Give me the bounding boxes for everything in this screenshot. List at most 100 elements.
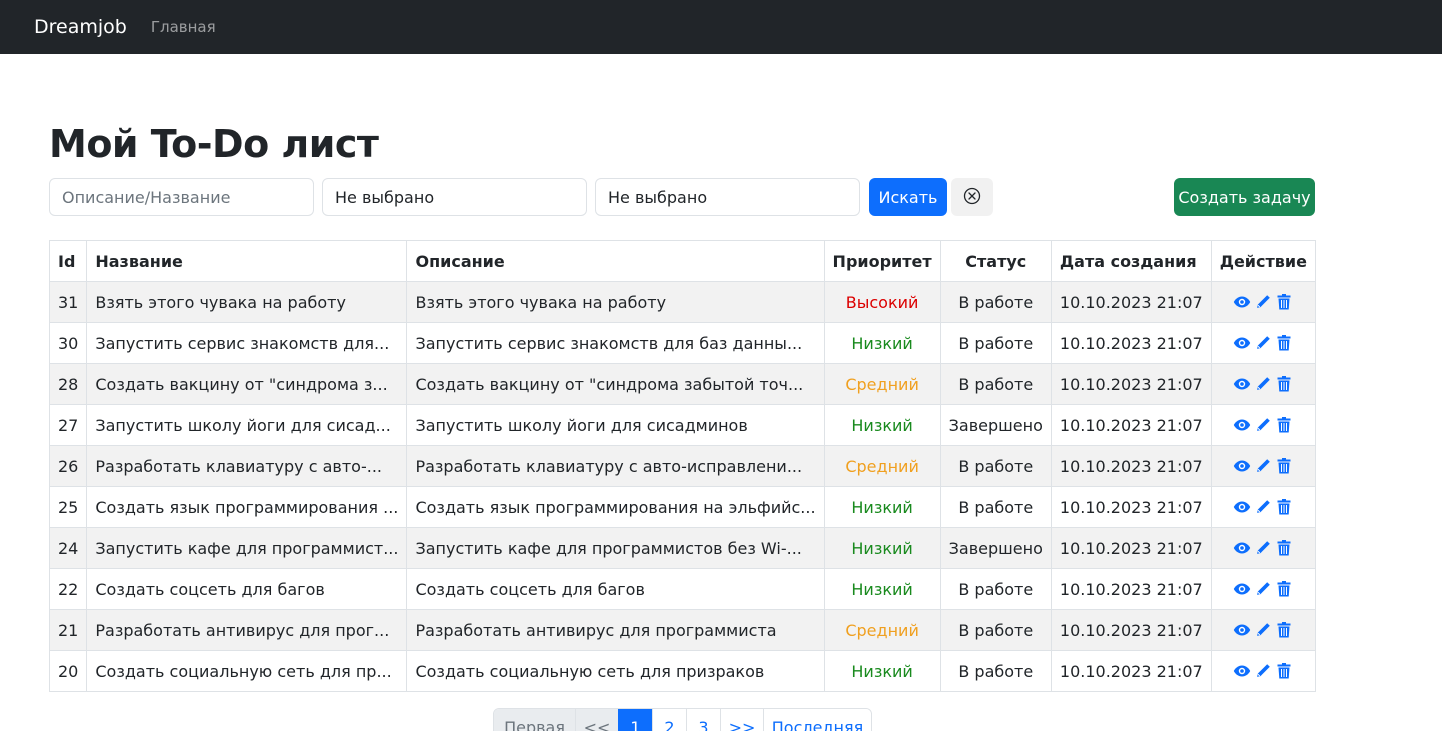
pencil-icon[interactable] (1254, 662, 1272, 680)
cell-description: Запустить сервис знакомств для баз данны… (406, 322, 825, 364)
cell-id: 25 (48, 486, 88, 528)
pencil-icon[interactable] (1254, 457, 1272, 475)
table-row: 21 Разработать антивирус для прог... Разра… (48, 609, 1316, 651)
cell-description: Запустить школу йоги для сисадминов (406, 404, 825, 446)
cell-priority: Низкий (823, 404, 941, 446)
eye-icon[interactable] (1233, 539, 1251, 557)
pencil-icon[interactable] (1254, 498, 1272, 516)
cell-name: Создать социальную сеть для пр... (86, 650, 408, 692)
pencil-icon[interactable] (1254, 416, 1272, 434)
priority-select-value: Не выбрано (335, 187, 435, 207)
cell-actions (1210, 363, 1316, 405)
header-priority: Приоритет (823, 240, 941, 282)
pencil-icon[interactable] (1254, 539, 1272, 557)
eye-icon[interactable] (1233, 293, 1251, 311)
cell-created: 10.10.2023 21:07 (1050, 445, 1212, 487)
trash-icon[interactable] (1275, 457, 1293, 475)
status-select-value: Не выбрано (608, 187, 708, 207)
cell-description: Разработать клавиатуру с авто-исправлени… (406, 445, 825, 487)
cell-priority: Средний (823, 445, 941, 487)
trash-icon[interactable] (1275, 539, 1293, 557)
cell-status: В работе (939, 281, 1052, 323)
cell-priority: Низкий (823, 486, 941, 528)
page-3[interactable]: 3 (686, 709, 720, 731)
cell-description: Создать социальную сеть для призраков (406, 650, 825, 692)
tasks-table: Id Название Описание Приоритет Статус Да… (48, 240, 1316, 692)
cell-name: Создать язык программирования ... (86, 486, 408, 528)
search-button[interactable]: Искать (869, 178, 947, 216)
cell-status: Завершено (939, 404, 1052, 446)
cell-status: В работе (939, 445, 1052, 487)
header-description: Описание (406, 240, 825, 282)
cell-actions (1210, 445, 1316, 487)
cell-id: 22 (48, 568, 88, 610)
header-id: Id (48, 240, 88, 282)
cell-id: 27 (48, 404, 88, 446)
cell-description: Взять этого чувака на работу (406, 281, 825, 323)
page-1[interactable]: 1 (618, 709, 652, 731)
page-first[interactable]: Первая (494, 709, 575, 731)
trash-icon[interactable] (1275, 621, 1293, 639)
cell-created: 10.10.2023 21:07 (1050, 281, 1212, 323)
cell-status: В работе (939, 568, 1052, 610)
table-row: 27 Запустить школу йоги для сисад... Запус… (48, 404, 1316, 446)
search-input[interactable] (49, 178, 314, 216)
cell-name: Разработать антивирус для прог... (86, 609, 408, 651)
eye-icon[interactable] (1233, 498, 1251, 516)
cell-priority: Высокий (823, 281, 941, 323)
nav-link-home[interactable]: Главная (151, 18, 216, 36)
trash-icon[interactable] (1275, 580, 1293, 598)
trash-icon[interactable] (1275, 293, 1293, 311)
header-created: Дата создания (1050, 240, 1212, 282)
eye-icon[interactable] (1233, 580, 1251, 598)
pencil-icon[interactable] (1254, 621, 1272, 639)
table-row: 31 Взять этого чувака на работу Взять этог… (48, 281, 1316, 323)
cell-priority: Низкий (823, 322, 941, 364)
eye-icon[interactable] (1233, 375, 1251, 393)
cell-id: 31 (48, 281, 88, 323)
page-2[interactable]: 2 (652, 709, 686, 731)
cell-priority: Средний (823, 609, 941, 651)
table-row: 30 Запустить сервис знакомств для... Запус… (48, 322, 1316, 364)
cell-name: Создать вакцину от "синдрома з... (86, 363, 408, 405)
trash-icon[interactable] (1275, 334, 1293, 352)
eye-icon[interactable] (1233, 416, 1251, 434)
eye-icon[interactable] (1233, 334, 1251, 352)
cell-actions (1210, 404, 1316, 446)
trash-icon[interactable] (1275, 498, 1293, 516)
trash-icon[interactable] (1275, 662, 1293, 680)
cell-name: Запустить кафе для программист... (86, 527, 408, 569)
cell-actions (1210, 281, 1316, 323)
table-row: 20 Создать социальную сеть для пр... Созда… (48, 650, 1316, 692)
cell-created: 10.10.2023 21:07 (1050, 609, 1212, 651)
trash-icon[interactable] (1275, 375, 1293, 393)
table-row: 28 Создать вакцину от "синдрома з... Созда… (48, 363, 1316, 405)
pencil-icon[interactable] (1254, 293, 1272, 311)
brand-link[interactable]: Dreamjob (34, 16, 127, 38)
cell-description: Запустить кафе для программистов без Wi-… (406, 527, 825, 569)
eye-icon[interactable] (1233, 621, 1251, 639)
cell-description: Создать язык программирования на эльфийс… (406, 486, 825, 528)
page-next[interactable]: >> (720, 709, 763, 731)
eye-icon[interactable] (1233, 662, 1251, 680)
eye-icon[interactable] (1233, 457, 1251, 475)
cell-priority: Низкий (823, 527, 941, 569)
page-last[interactable]: Последняя (763, 709, 871, 731)
clear-filter-button[interactable] (951, 178, 993, 216)
priority-select[interactable]: Не выбрано (322, 178, 587, 216)
status-select[interactable]: Не выбрано (595, 178, 860, 216)
filter-toolbar: Не выбрано Не выбрано Искать Создать зад… (49, 178, 1315, 216)
cell-status: В работе (939, 363, 1052, 405)
cell-id: 26 (48, 445, 88, 487)
create-task-button[interactable]: Создать задачу (1174, 178, 1315, 216)
cell-name: Создать соцсеть для багов (86, 568, 408, 610)
page-prev[interactable]: << (575, 709, 618, 731)
cell-status: В работе (939, 486, 1052, 528)
pencil-icon[interactable] (1254, 375, 1272, 393)
cell-actions (1210, 609, 1316, 651)
pencil-icon[interactable] (1254, 580, 1272, 598)
cell-actions (1210, 568, 1316, 610)
cell-id: 21 (48, 609, 88, 651)
trash-icon[interactable] (1275, 416, 1293, 434)
pencil-icon[interactable] (1254, 334, 1272, 352)
